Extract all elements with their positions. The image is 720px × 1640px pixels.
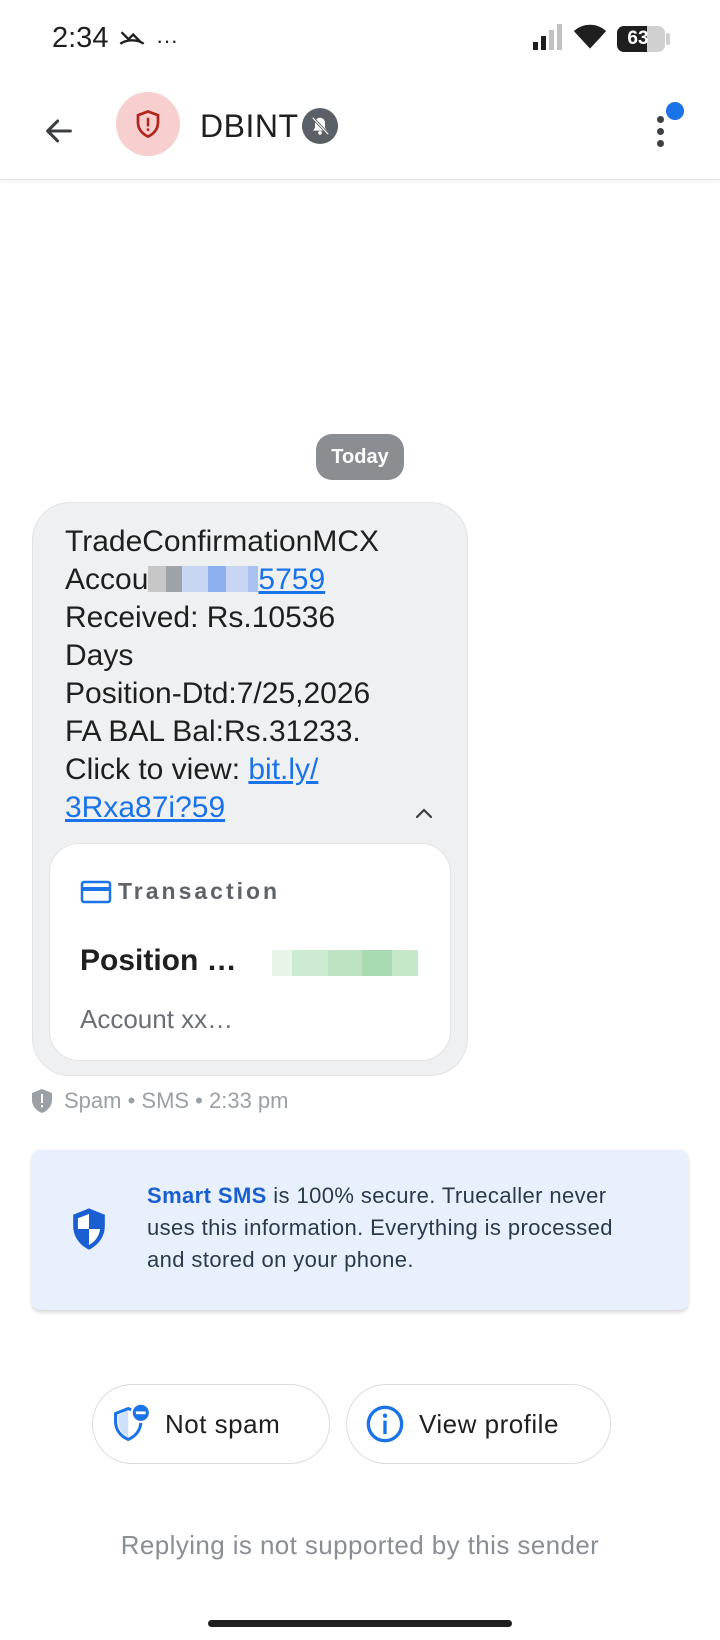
- chevron-up-icon: [415, 808, 433, 819]
- view-profile-label: View profile: [419, 1408, 559, 1439]
- card-title: Position …: [80, 944, 237, 977]
- smart-sms-label: Smart SMS: [147, 1183, 267, 1208]
- shield-minus-icon: [111, 1403, 151, 1445]
- security-shield-icon: [70, 1206, 108, 1257]
- back-button[interactable]: [34, 106, 84, 156]
- more-options-button[interactable]: [640, 102, 684, 158]
- not-spam-button[interactable]: Not spam: [92, 1384, 330, 1464]
- smart-sms-banner: Smart SMS is 100% secure. Truecaller nev…: [32, 1150, 688, 1310]
- more-notifications-icon: ···: [156, 27, 178, 53]
- account-link[interactable]: 5759: [258, 563, 325, 596]
- status-left-icons: ···: [118, 24, 178, 57]
- banner-text: Smart SMS is 100% secure. Truecaller nev…: [147, 1183, 613, 1272]
- redacted-amount: [272, 950, 418, 976]
- card-subtitle: Account xx…: [80, 1004, 234, 1034]
- spam-shield-icon: [32, 1089, 52, 1113]
- redacted-account-number: [148, 566, 259, 592]
- short-link-continued[interactable]: 3Rxa87i?59: [65, 791, 225, 824]
- message-line-link: 3Rxa87i?59: [65, 789, 445, 827]
- message-line: Position-Dtd:7/25,2026: [65, 677, 371, 710]
- status-bar: 2:34 ··· 63: [0, 0, 720, 80]
- status-right-icons: 63: [531, 22, 670, 55]
- message-bubble[interactable]: TradeConfirmationMCX Accou 5759 Received:…: [32, 502, 468, 1076]
- message-meta: Spam • SMS • 2:33 pm: [30, 1088, 289, 1114]
- collapse-button[interactable]: [409, 799, 439, 829]
- arrow-left-icon: [46, 119, 72, 143]
- message-line-view: Click to view: bit.ly/: [65, 753, 319, 786]
- notification-badge: [666, 102, 684, 120]
- more-vert-icon: [657, 116, 664, 123]
- transaction-card[interactable]: Transaction Position … Account xx…: [49, 843, 451, 1061]
- card-header: Transaction: [80, 878, 280, 905]
- reply-not-supported-note: Replying is not supported by this sender: [120, 1530, 600, 1560]
- app-bar: DBINT: [0, 80, 720, 180]
- home-indicator[interactable]: [208, 1620, 512, 1627]
- message-line: TradeConfirmationMCX: [65, 525, 379, 558]
- view-profile-button[interactable]: View profile: [346, 1384, 611, 1464]
- message-meta-text: Spam • SMS • 2:33 pm: [64, 1088, 289, 1113]
- credit-card-icon: [80, 880, 112, 903]
- battery-tip: [666, 32, 670, 45]
- message-text: TradeConfirmationMCX Accou 5759 Received:…: [65, 523, 445, 827]
- signal-icon: [531, 22, 563, 55]
- spam-shield-icon: [136, 110, 160, 139]
- card-label: Transaction: [118, 878, 281, 904]
- missed-call-icon: [118, 24, 146, 57]
- status-time: 2:34: [52, 22, 109, 54]
- wifi-icon: [573, 22, 607, 55]
- notifications-off-icon: [302, 108, 338, 144]
- sender-avatar[interactable]: [116, 92, 180, 156]
- message-line: Received: Rs.10536: [65, 601, 336, 634]
- not-spam-label: Not spam: [165, 1408, 281, 1439]
- battery-level: 63: [627, 27, 649, 49]
- date-chip: Today: [316, 434, 404, 480]
- battery-icon: 63: [617, 25, 665, 52]
- message-line: FA BAL Bal:Rs.31233.: [65, 715, 361, 748]
- message-line-account: Accou 5759: [65, 563, 326, 596]
- message-line: Days: [65, 639, 134, 672]
- sender-name: DBINT: [200, 108, 299, 144]
- info-icon: [365, 1404, 405, 1444]
- short-link[interactable]: bit.ly/: [248, 753, 318, 786]
